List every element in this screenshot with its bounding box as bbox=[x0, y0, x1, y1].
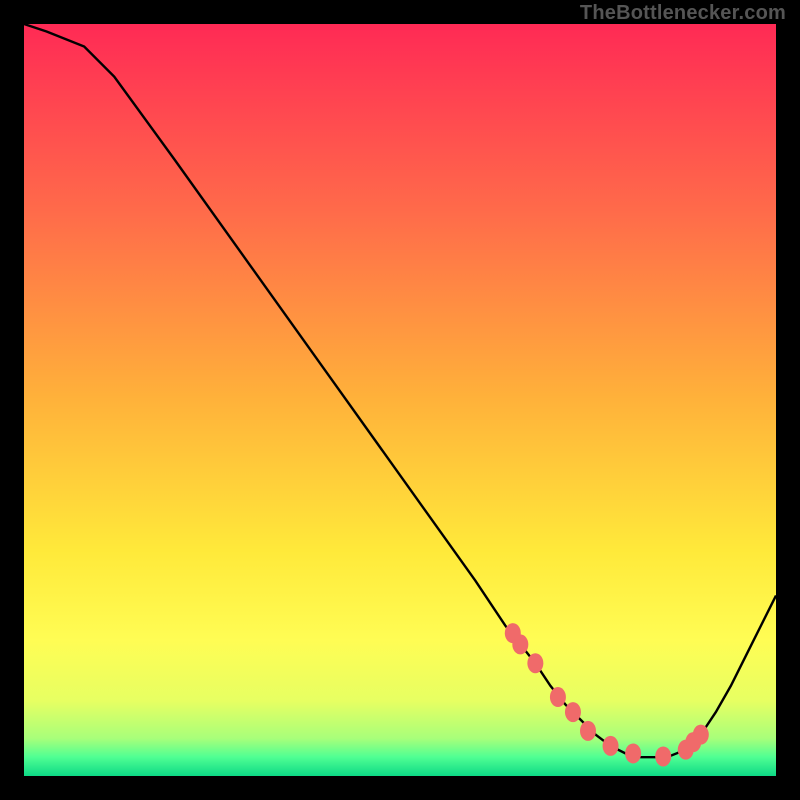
marker-point bbox=[693, 725, 709, 745]
marker-point bbox=[580, 721, 596, 741]
marker-point bbox=[512, 634, 528, 654]
marker-point bbox=[603, 736, 619, 756]
chart-plot bbox=[24, 24, 776, 776]
chart-svg bbox=[24, 24, 776, 776]
marker-point bbox=[527, 653, 543, 673]
marker-point bbox=[550, 687, 566, 707]
marker-point bbox=[655, 746, 671, 766]
marker-point bbox=[565, 702, 581, 722]
marker-point bbox=[625, 743, 641, 763]
attribution-text: TheBottlenecker.com bbox=[580, 2, 786, 25]
gradient-background bbox=[24, 24, 776, 776]
chart-frame: TheBottlenecker.com bbox=[0, 0, 800, 800]
